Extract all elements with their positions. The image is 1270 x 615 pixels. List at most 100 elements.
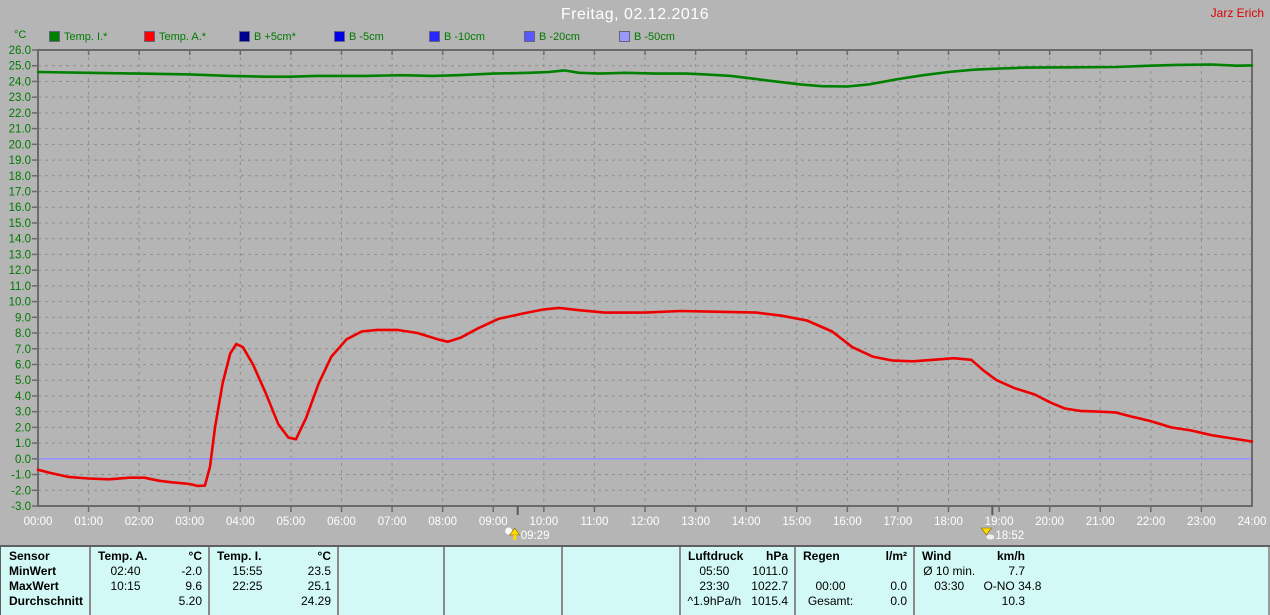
table-header-unit-cell bbox=[511, 549, 563, 564]
table-header-cell bbox=[445, 549, 511, 564]
table-cell-value bbox=[400, 564, 445, 579]
table-cell-time bbox=[563, 564, 631, 579]
y-axis-tick-label: 0.0 bbox=[15, 454, 31, 466]
table-cell-time bbox=[563, 594, 631, 609]
table-cell-time bbox=[339, 594, 400, 609]
table-row: 5.20 bbox=[91, 594, 210, 609]
table-row: Sensor bbox=[1, 549, 89, 564]
table-row: 22:25 25.1 bbox=[210, 579, 339, 594]
x-axis-tick-label: 02:00 bbox=[125, 516, 154, 528]
table-cell-time bbox=[445, 564, 513, 579]
sunrise-icon bbox=[505, 527, 521, 540]
table-row bbox=[445, 579, 563, 594]
y-axis-tick-label: 1.0 bbox=[15, 438, 31, 450]
sunset-time-label: 18:52 bbox=[995, 530, 1024, 542]
table-cell-value: 25.1 bbox=[307, 579, 331, 593]
table-cell-value: 5.20 bbox=[178, 594, 202, 608]
table-cell-value bbox=[513, 564, 563, 579]
y-axis-tick-label: 8.0 bbox=[15, 328, 31, 340]
table-cell-time: 23:30 bbox=[699, 579, 730, 593]
table-cell-time bbox=[339, 579, 400, 594]
table-row: 23:30 1022.7 bbox=[681, 579, 796, 594]
table-cell-value bbox=[631, 564, 681, 579]
stats-table: Sensor MinWert MaxWert Durchschnitt Temp. A.… bbox=[0, 545, 1270, 615]
y-axis-tick-label: 6.0 bbox=[15, 359, 31, 371]
table-cell-time: 05:50 bbox=[699, 564, 730, 578]
table-header-row bbox=[563, 549, 681, 564]
table-row: MinWert bbox=[1, 564, 89, 579]
table-cell-value bbox=[631, 594, 681, 609]
table-header-row bbox=[339, 549, 445, 564]
weather-app-screen: Freitag, 02.12.2016 Jarz Erich °C Temp. … bbox=[0, 0, 1270, 615]
table-row: 05:50 1011.0 bbox=[681, 564, 796, 579]
y-axis-tick-label: 3.0 bbox=[15, 407, 31, 419]
x-axis-tick-label: 17:00 bbox=[884, 516, 913, 528]
y-axis-labels: 26.0 25.0 24.0 23.0 22.0 21.0 20.0 19.0 18.0 17.0… bbox=[9, 45, 31, 513]
y-axis-tick-label: 23.0 bbox=[9, 92, 31, 104]
arrow-stem-shape bbox=[513, 535, 517, 540]
y-axis-tick-label: 10.0 bbox=[9, 297, 31, 309]
table-row: 24.29 bbox=[210, 594, 339, 609]
y-axis-tick-label: 2.0 bbox=[15, 422, 31, 434]
table-header-row: Temp. A. °C bbox=[91, 549, 210, 564]
table-header-unit-cell: hPa bbox=[765, 549, 788, 563]
table-header-cell: Wind bbox=[922, 549, 952, 563]
table-cell-time bbox=[445, 594, 513, 609]
table-row: Ø 10 min. 7.7 bbox=[915, 564, 1033, 579]
y-axis-tick-label: 15.0 bbox=[9, 218, 31, 230]
x-axis-labels: 00:00 01:00 02:00 03:00 04:00 05:00 06:00 07:00… bbox=[24, 516, 1267, 528]
sunset-icon bbox=[980, 527, 995, 540]
x-axis-tick-label: 06:00 bbox=[327, 516, 356, 528]
table-row: Gesamt: 0.0 bbox=[796, 594, 915, 609]
y-axis-tick-label: 24.0 bbox=[9, 76, 31, 88]
table-cell-time: 22:25 bbox=[232, 579, 263, 593]
temperature-chart-canvas[interactable]: 26.0 25.0 24.0 23.0 22.0 21.0 20.0 19.0 18.0 17.0… bbox=[0, 0, 1270, 545]
table-column-temp-a: Temp. A. °C 02:40 -2.0 10:15 9.6 5.20 bbox=[89, 547, 208, 615]
table-cell-time bbox=[91, 594, 160, 609]
y-axis-tick-label: 9.0 bbox=[15, 312, 31, 324]
table-header-cell bbox=[339, 549, 399, 564]
table-row: ^1.9hPa/h 1015.4 bbox=[681, 594, 796, 609]
table-row bbox=[796, 564, 915, 579]
table-row bbox=[563, 564, 681, 579]
x-axis-tick-label: 09:00 bbox=[479, 516, 508, 528]
y-axis-tick-label: 14.0 bbox=[9, 234, 31, 246]
x-axis-tick-label: 21:00 bbox=[1086, 516, 1115, 528]
table-column-content: Regen l/m² 00:00 0.0 Gesamt: 0.0 bbox=[796, 549, 915, 609]
table-cell-value: 1015.4 bbox=[751, 594, 788, 608]
x-axis-tick-label: 01:00 bbox=[74, 516, 103, 528]
table-row: 03:30 O-NO 34.8 bbox=[915, 579, 1041, 594]
x-axis-tick-label: 23:00 bbox=[1187, 516, 1216, 528]
table-header-cell: Regen bbox=[803, 549, 840, 563]
y-axis-tick-label: -1.0 bbox=[11, 470, 31, 482]
grid-lines bbox=[38, 50, 1252, 506]
table-cell-value: 24.29 bbox=[300, 594, 331, 608]
table-column-content: Temp. A. °C 02:40 -2.0 10:15 9.6 5.20 bbox=[91, 549, 210, 609]
table-row: MaxWert bbox=[1, 579, 89, 594]
y-axis-tick-label: 22.0 bbox=[9, 108, 31, 120]
table-header-row bbox=[445, 549, 563, 564]
table-header-row: Luftdruck hPa bbox=[681, 549, 796, 564]
y-axis-tick-label: 5.0 bbox=[15, 375, 31, 387]
y-axis-tick-label: 12.0 bbox=[9, 265, 31, 277]
series-line-temp-i bbox=[36, 63, 1254, 88]
table-cell-value: 0.0 bbox=[890, 594, 907, 608]
table-header-unit-cell: °C bbox=[317, 549, 331, 563]
table-row-label: MinWert bbox=[9, 564, 57, 578]
table-column-content: Sensor MinWert MaxWert Durchschnitt bbox=[1, 549, 89, 609]
table-row bbox=[445, 594, 563, 609]
x-axis-tick-label: 05:00 bbox=[277, 516, 306, 528]
table-header-row: Regen l/m² bbox=[796, 549, 915, 564]
table-header-unit-cell: l/m² bbox=[885, 549, 907, 563]
x-axis-tick-label: 19:00 bbox=[985, 516, 1014, 528]
x-axis-tick-label: 18:00 bbox=[934, 516, 963, 528]
table-cell-time: Ø 10 min. bbox=[923, 564, 976, 578]
sunrise-time-label: 09:29 bbox=[521, 530, 550, 542]
down-arrow-shape bbox=[980, 527, 992, 536]
table-cell-value: 9.6 bbox=[185, 579, 202, 593]
table-cell-value: 1022.7 bbox=[751, 579, 788, 593]
table-column-wind: Wind km/h Ø 10 min. 7.7 03:30 O-NO 34.8 10.3 bbox=[913, 547, 1270, 615]
table-row bbox=[339, 564, 445, 579]
table-cell-value: -2.0 bbox=[181, 564, 202, 578]
table-column-content bbox=[445, 549, 563, 609]
